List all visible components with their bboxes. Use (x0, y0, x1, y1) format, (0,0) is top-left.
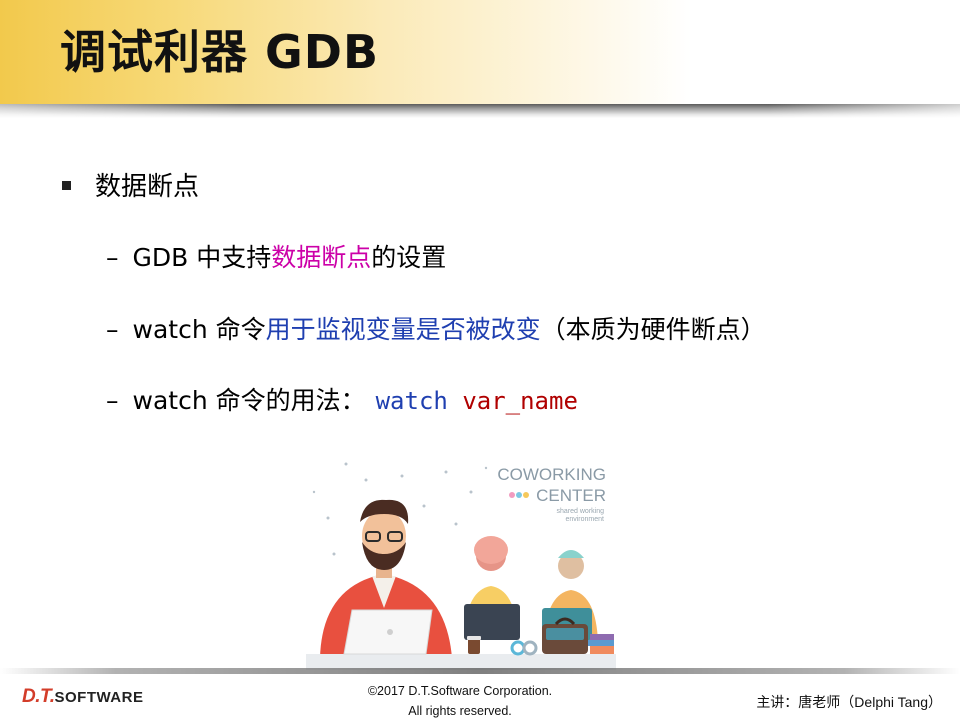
code-keyword: watch (375, 387, 448, 415)
code-snippet: watch var_name (376, 387, 578, 415)
people-logo-icon (509, 492, 529, 498)
highlight-text: 用于监视变量是否被改变 (265, 315, 541, 344)
sub-bullet-text: 的设置 (371, 243, 447, 272)
title-divider-fade (0, 104, 960, 118)
sub-bullet-text: watch 命令的用法： (132, 386, 366, 415)
coworking-illustration: COWORKING CENTER shared working environm… (306, 462, 616, 670)
laptop-dark (464, 604, 520, 640)
code-argument: var_name (462, 387, 578, 415)
copyright-notice: ©2017 D.T.Software Corporation. All righ… (300, 681, 620, 721)
sub-bullet-text: GDB 中支持 (132, 243, 272, 272)
bullet-data-breakpoint: 数据断点 (62, 166, 199, 203)
page-title: 调试利器 GDB (60, 25, 380, 79)
copyright-line-1: ©2017 D.T.Software Corporation. (367, 684, 553, 698)
dash-icon: – (106, 386, 119, 415)
coffee-cup-icon (467, 636, 481, 654)
sub-bullet-text: watch 命令 (132, 315, 266, 344)
sign-sub-2: environment (565, 516, 604, 523)
copyright-line-2: All rights reserved. (408, 704, 512, 718)
sign-line-2: CENTER (536, 486, 606, 505)
bullet-label: 数据断点 (95, 172, 200, 202)
square-bullet-icon (62, 181, 71, 190)
headphones-icon (510, 640, 538, 656)
sub-bullet-3: – watch 命令的用法： watch var_name (106, 381, 578, 417)
logo-dt: D.T. (22, 686, 55, 707)
dash-icon: – (106, 243, 119, 272)
presenter-credit: 主讲：唐老师（Delphi Tang） (756, 694, 942, 710)
main-laptop (343, 609, 433, 655)
sign-line-1: COWORKING (497, 465, 606, 484)
books-icon (588, 634, 614, 654)
logo-software: SOFTWARE (54, 689, 144, 706)
footer-divider (0, 668, 960, 674)
highlight-text: 数据断点 (271, 243, 372, 272)
sign-sub-1: shared working (557, 508, 605, 515)
sub-bullet-2: – watch 命令 用于监视变量是否被改变 （本质为硬件断点） (106, 310, 766, 346)
sub-bullet-text: （本质为硬件断点） (540, 315, 766, 344)
dt-software-logo: D.T.SOFTWARE (22, 686, 143, 708)
bag-icon (542, 617, 588, 654)
sub-bullet-1: – GDB 中支持 数据断点 的设置 (106, 238, 446, 274)
dash-icon: – (106, 315, 119, 344)
